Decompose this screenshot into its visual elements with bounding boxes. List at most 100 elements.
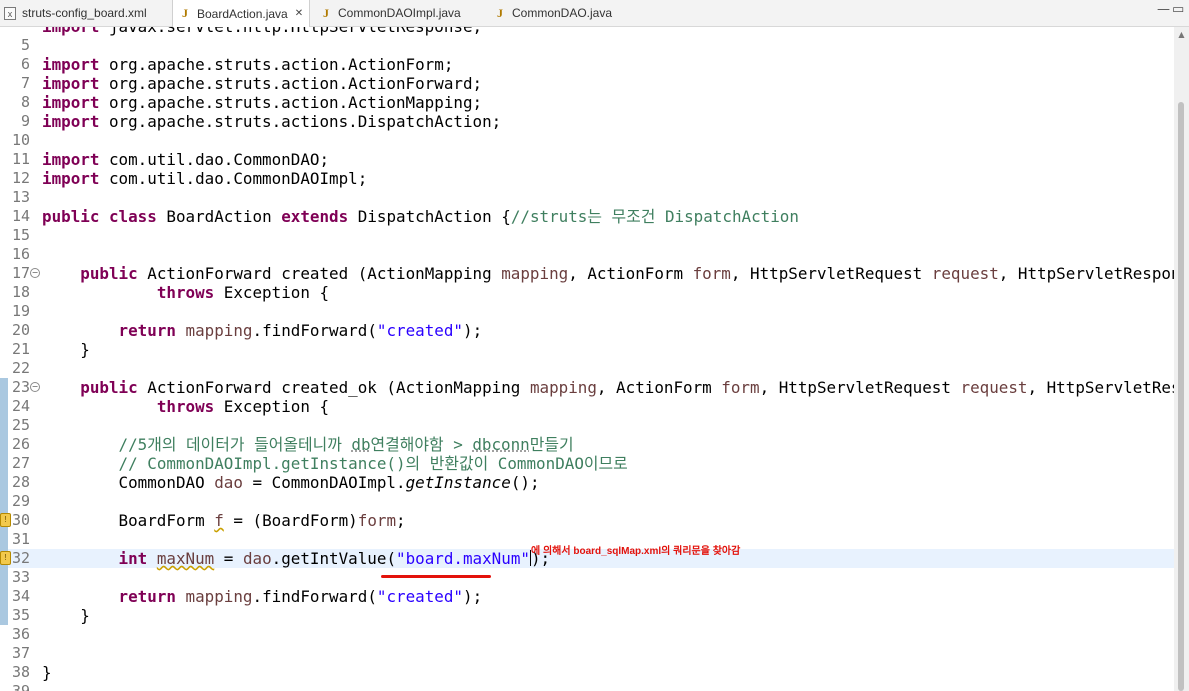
code-line: 11 import com.util.dao.CommonDAO; (0, 150, 1174, 169)
line-number: 35 (11, 606, 30, 624)
code-line: 5 (0, 36, 1174, 55)
line-number: 23 (11, 378, 30, 396)
line-code: throws Exception { (156, 283, 330, 302)
warning-icon[interactable]: ! (0, 551, 11, 565)
tab-label: CommonDAO.java (512, 6, 613, 20)
vertical-scrollbar[interactable]: ▲ (1174, 27, 1189, 691)
line-code: public ActionForward created_ok (ActionM… (80, 378, 1174, 397)
tab-common-dao-impl-java[interactable]: J CommonDAOImpl.java (320, 0, 461, 26)
line-code: } (42, 606, 90, 625)
close-tab-icon[interactable]: ✕ (295, 8, 303, 19)
scroll-up-icon[interactable]: ▲ (1174, 27, 1189, 42)
tab-board-action-java[interactable]: J BoardAction.java ✕ (172, 0, 311, 27)
line-number: 21 (11, 340, 30, 358)
warning-icon[interactable]: ! (0, 513, 11, 527)
line-number: 39 (11, 682, 30, 691)
line-number: 28 (11, 473, 30, 491)
code-line: 28 CommonDAO dao = CommonDAOImpl.getInst… (0, 473, 1174, 492)
code-line: 24 throws Exception { (0, 397, 1174, 416)
line-code: } (42, 663, 52, 682)
line-number: 33 (11, 568, 30, 586)
maximize-icon[interactable]: ▭ (1172, 2, 1184, 17)
line-code: import com.util.dao.CommonDAO; (42, 150, 330, 169)
line-number: 26 (11, 435, 30, 453)
line-code: } (42, 340, 90, 359)
code-line: 30 ! BoardForm f = (BoardForm)form; (0, 511, 1174, 530)
line-number: 14 (11, 207, 30, 225)
code-line: 29 (0, 492, 1174, 511)
code-line: 10 (0, 131, 1174, 150)
line-number: 17 (11, 264, 30, 282)
line-number: 9 (20, 112, 30, 130)
line-number: 13 (11, 188, 30, 206)
code-line: 14 public class BoardAction extends Disp… (0, 207, 1174, 226)
code-line: 16 (0, 245, 1174, 264)
tab-label: struts-config_board.xml (22, 6, 147, 20)
line-number: 10 (11, 131, 30, 149)
xml-file-icon: x (4, 6, 16, 20)
line-number: 22 (11, 359, 30, 377)
code-line: 35 } (0, 606, 1174, 625)
code-line: 34 return mapping.findForward("created")… (0, 587, 1174, 606)
code-line: 20 return mapping.findForward("created")… (0, 321, 1174, 340)
line-number: 37 (11, 644, 30, 662)
line-code: //5개의 데이터가 들어올테니까 db연결해야함 > dbconn만들기 (118, 435, 574, 454)
fold-collapse-icon[interactable]: − (30, 268, 40, 278)
line-number: 25 (11, 416, 30, 434)
scrollbar-thumb[interactable] (1178, 102, 1184, 691)
code-line: 21 } (0, 340, 1174, 359)
java-file-icon: J (182, 6, 188, 20)
line-code: return mapping.findForward("created"); (118, 321, 483, 340)
line-number: 6 (20, 55, 30, 73)
annotation-underline (381, 575, 491, 578)
line-code: int maxNum = dao.getIntValue("board.maxN… (118, 549, 551, 568)
line-number: 11 (11, 150, 30, 168)
code-line: 18 throws Exception { (0, 283, 1174, 302)
code-line: 23 − public ActionForward created_ok (Ac… (0, 378, 1174, 397)
line-number: 5 (20, 36, 30, 54)
line-number: 7 (20, 74, 30, 92)
java-file-icon: J (323, 5, 329, 20)
code-editor[interactable]: import javax.servlet.http.HttpServletRes… (0, 27, 1174, 691)
code-line: 26 //5개의 데이터가 들어올테니까 db연결해야함 > dbconn만들기 (0, 435, 1174, 454)
line-number: 16 (11, 245, 30, 263)
line-number: 12 (11, 169, 30, 187)
line-code: // CommonDAOImpl.getInstance()의 반환값이 Com… (118, 454, 628, 473)
line-code: CommonDAO dao = CommonDAOImpl.getInstanc… (42, 473, 540, 492)
java-file-icon: J (497, 5, 503, 20)
line-code: throws Exception { (156, 397, 330, 416)
line-number: 38 (11, 663, 30, 681)
code-line: 9 import org.apache.struts.actions.Dispa… (0, 112, 1174, 131)
code-line: 7 import org.apache.struts.action.Action… (0, 74, 1174, 93)
fold-collapse-icon[interactable]: − (30, 382, 40, 392)
code-line: 38 } (0, 663, 1174, 682)
token: import (42, 27, 99, 36)
code-line: 39 (0, 682, 1174, 691)
line-number: 18 (11, 283, 30, 301)
code-line: 13 (0, 188, 1174, 207)
line-code: public class BoardAction extends Dispatc… (42, 207, 799, 226)
code-line: 6 import org.apache.struts.action.Action… (0, 55, 1174, 74)
code-line: 33 (0, 568, 1174, 587)
line-number: 24 (11, 397, 30, 415)
line-number: 20 (11, 321, 30, 339)
line-code: import com.util.dao.CommonDAOImpl; (42, 169, 368, 188)
line-number: 34 (11, 587, 30, 605)
line-code: public ActionForward created (ActionMapp… (80, 264, 1174, 283)
code-line: 19 (0, 302, 1174, 321)
line-number: 15 (11, 226, 30, 244)
line-number: 29 (11, 492, 30, 510)
line-number: 8 (20, 93, 30, 111)
tab-common-dao-java[interactable]: J CommonDAO.java (494, 0, 612, 26)
tab-struts-config-board-xml[interactable]: x struts-config_board.xml (4, 0, 147, 26)
line-number: 27 (11, 454, 30, 472)
editor-tab-bar: x struts-config_board.xml J BoardAction.… (0, 0, 1189, 27)
code-line: 8 import org.apache.struts.action.Action… (0, 93, 1174, 112)
line-code: import org.apache.struts.action.ActionMa… (42, 93, 483, 112)
tab-label: BoardAction.java (197, 6, 288, 21)
line-code: import org.apache.struts.actions.Dispatc… (42, 112, 502, 131)
code-line: import javax.servlet.http.HttpServletRes… (0, 27, 1174, 36)
line-code: BoardForm f = (BoardForm)form; (42, 511, 406, 530)
minimize-icon[interactable]: — (1157, 2, 1170, 17)
tab-label: CommonDAOImpl.java (338, 6, 461, 20)
